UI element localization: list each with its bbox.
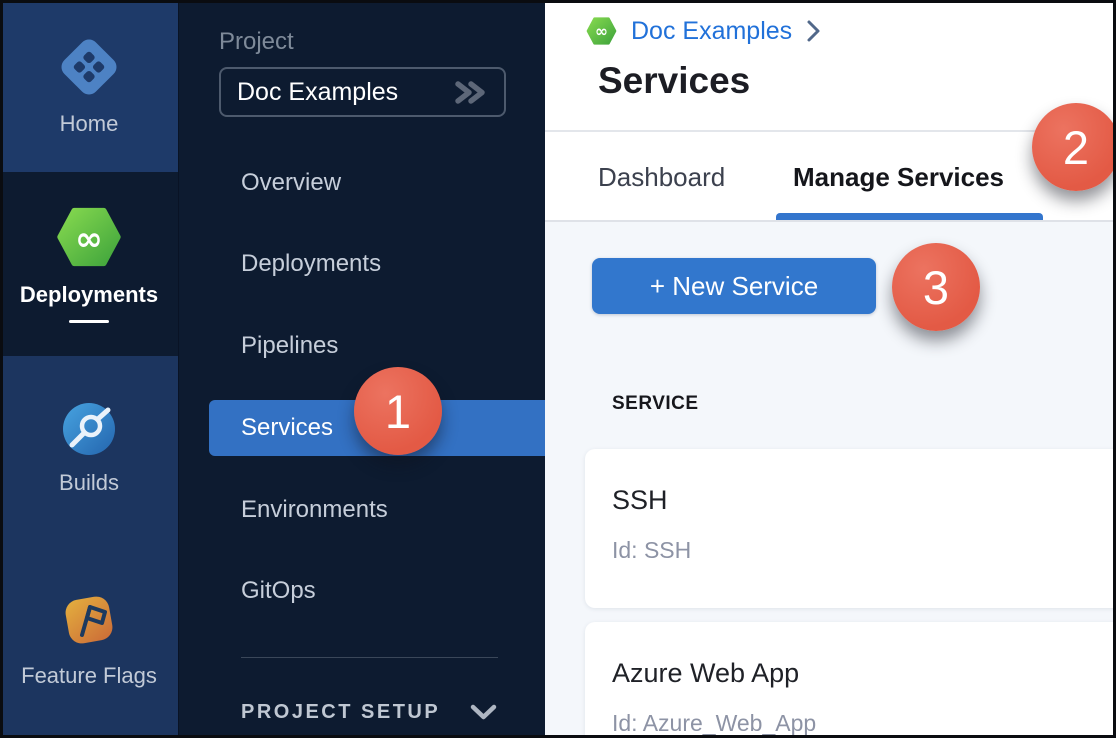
sidebar-item-home[interactable]: Home bbox=[0, 0, 178, 172]
nav-item-environments[interactable]: Environments bbox=[241, 496, 388, 524]
annotation-step-3-badge: 3 bbox=[892, 243, 980, 331]
sidebar-item-builds[interactable]: Builds bbox=[0, 356, 178, 540]
sidebar-item-deployments[interactable]: ∞ Deployments bbox=[0, 172, 178, 356]
service-name: SSH bbox=[612, 485, 668, 516]
sidebar-item-label: Builds bbox=[59, 470, 119, 496]
annotation-step-2-badge: 2 bbox=[1032, 103, 1116, 191]
project-selector-value: Doc Examples bbox=[237, 78, 452, 107]
feature-flags-icon bbox=[59, 590, 119, 650]
sidebar-item-label: Home bbox=[60, 111, 119, 137]
project-label: Project bbox=[219, 28, 294, 56]
nav-item-services[interactable]: Services bbox=[241, 414, 333, 442]
cd-module-hexagon-icon: ∞ bbox=[586, 16, 617, 46]
service-id: Id: Azure_Web_App bbox=[612, 710, 816, 737]
new-service-button[interactable]: + New Service bbox=[592, 258, 876, 314]
chevron-right-icon bbox=[806, 19, 821, 43]
tab-dashboard[interactable]: Dashboard bbox=[598, 162, 725, 193]
service-name: Azure Web App bbox=[612, 658, 799, 689]
project-setup-section-toggle[interactable]: PROJECT SETUP bbox=[241, 701, 497, 724]
nav-item-gitops[interactable]: GitOps bbox=[241, 577, 316, 605]
service-row-azure-web-app[interactable]: Azure Web App Id: Azure_Web_App bbox=[585, 622, 1116, 738]
home-icon bbox=[58, 36, 120, 98]
sidebar-item-label: Feature Flags bbox=[21, 663, 157, 689]
active-tab-indicator bbox=[776, 213, 1043, 220]
svg-text:∞: ∞ bbox=[75, 219, 103, 258]
service-column-header: SERVICE bbox=[612, 393, 699, 415]
main-content: ∞ Doc Examples Services Dashboard Manage… bbox=[545, 0, 1116, 738]
header-divider bbox=[545, 130, 1116, 132]
nav-item-overview[interactable]: Overview bbox=[241, 169, 341, 197]
sidebar-item-label: Deployments bbox=[20, 282, 158, 308]
svg-text:∞: ∞ bbox=[595, 23, 608, 41]
sidebar-item-feature-flags[interactable]: Feature Flags bbox=[0, 540, 178, 738]
project-selector[interactable]: Doc Examples bbox=[219, 67, 506, 117]
project-setup-label: PROJECT SETUP bbox=[241, 701, 440, 724]
builds-ci-icon bbox=[61, 401, 117, 457]
manage-services-content: + New Service SERVICE SSH Id: SSH Azure … bbox=[545, 222, 1116, 738]
breadcrumb: ∞ Doc Examples bbox=[586, 16, 821, 46]
page-title: Services bbox=[598, 60, 750, 102]
project-nav-panel: Project Doc Examples Overview Deployment… bbox=[178, 0, 545, 738]
deployments-cd-icon: ∞ bbox=[56, 205, 122, 269]
breadcrumb-project-link[interactable]: Doc Examples bbox=[631, 17, 792, 46]
annotation-step-1-badge: 1 bbox=[354, 367, 442, 455]
module-sidebar: Home ∞ Deployments bbox=[0, 0, 178, 738]
service-row-ssh[interactable]: SSH Id: SSH bbox=[585, 449, 1116, 608]
double-chevron-right-icon bbox=[452, 79, 488, 106]
nav-divider bbox=[241, 657, 498, 658]
harness-app-window: Home ∞ Deployments bbox=[0, 0, 1116, 738]
chevron-down-icon bbox=[470, 704, 497, 721]
active-module-indicator bbox=[69, 320, 109, 323]
nav-item-deployments[interactable]: Deployments bbox=[241, 250, 381, 278]
service-id: Id: SSH bbox=[612, 537, 691, 564]
nav-item-pipelines[interactable]: Pipelines bbox=[241, 332, 338, 360]
tab-manage-services[interactable]: Manage Services bbox=[793, 162, 1004, 193]
